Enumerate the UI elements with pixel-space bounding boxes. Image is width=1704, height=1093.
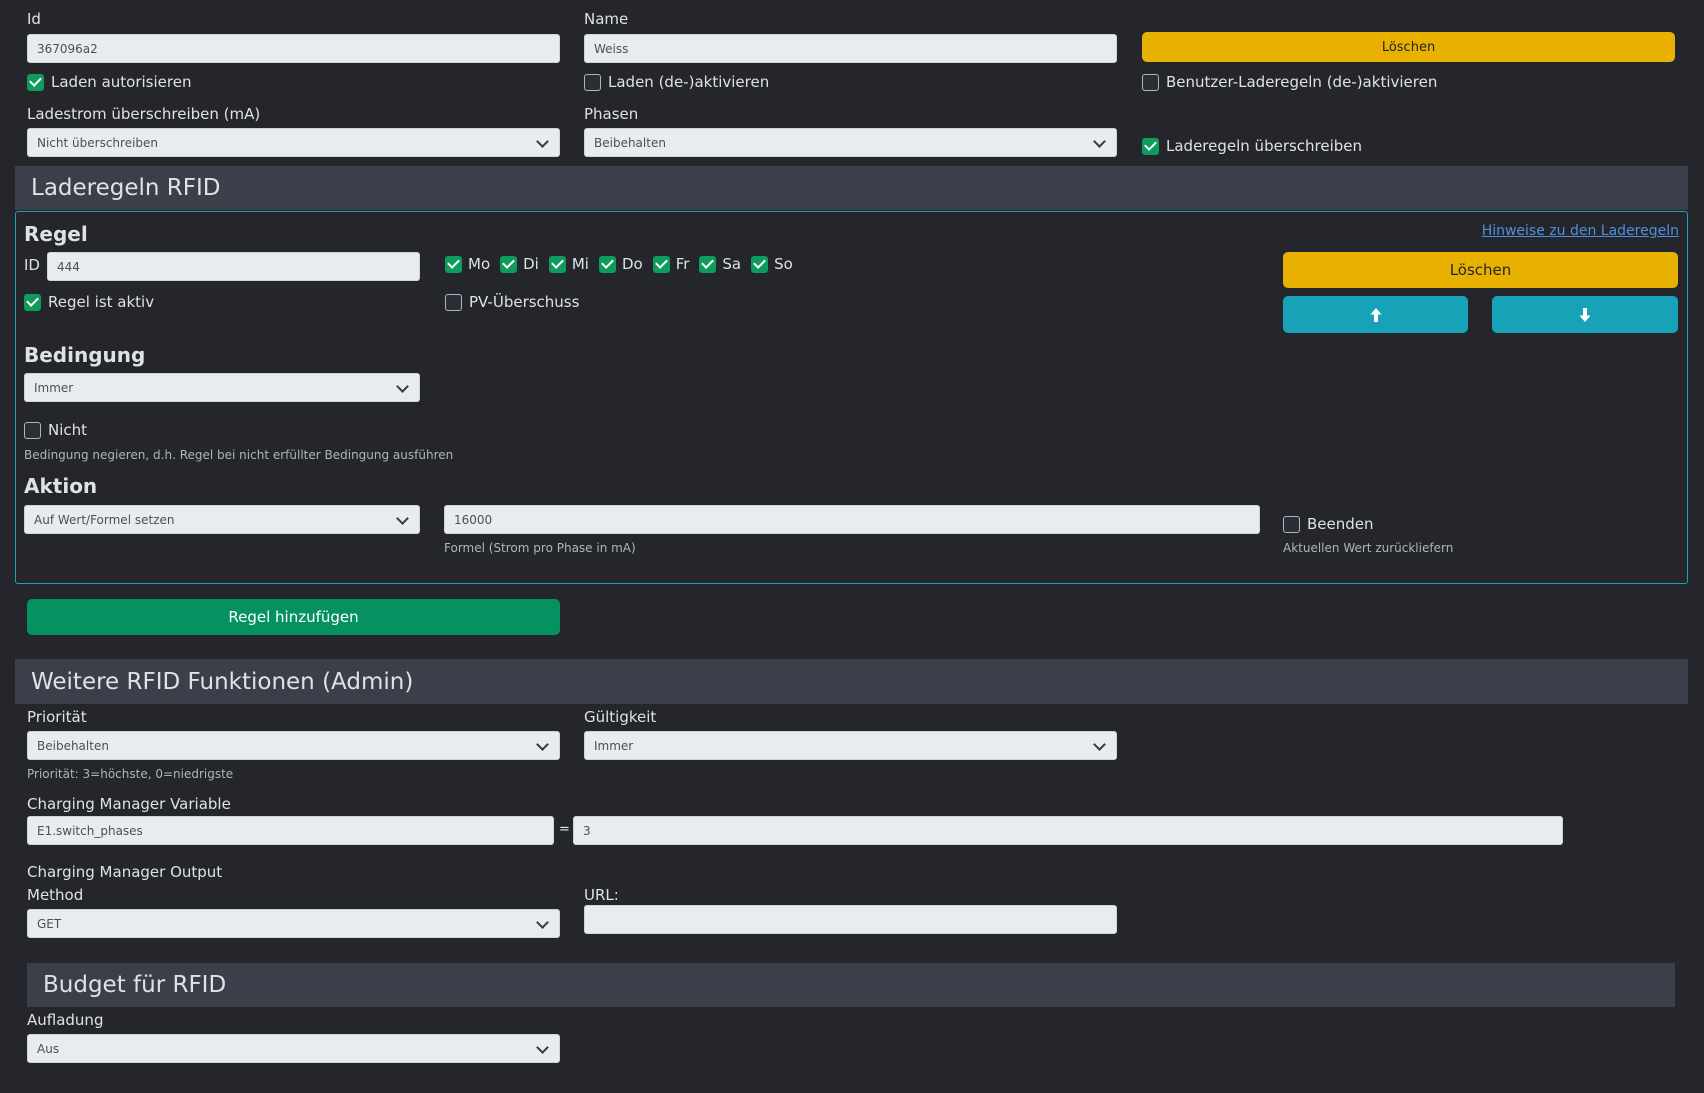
authorize-checkbox[interactable]: [27, 73, 44, 91]
user-rules-label: Benutzer-Laderegeln (de-)aktivieren: [1166, 73, 1438, 91]
enable-charging-checkbox[interactable]: [584, 73, 601, 91]
move-rule-up-button[interactable]: [1283, 296, 1468, 333]
validity-label: Gültigkeit: [584, 708, 657, 726]
weekday-mo[interactable]: Mo: [445, 255, 490, 273]
weekday-di[interactable]: Di: [500, 255, 539, 273]
authorize-checkbox-row[interactable]: Laden autorisieren: [27, 73, 191, 91]
action-heading: Aktion: [24, 474, 98, 498]
method-select[interactable]: GET: [27, 909, 560, 938]
cm-output-label: Charging Manager Output: [27, 863, 223, 881]
action-select[interactable]: Auf Wert/Formel setzen: [24, 505, 420, 534]
cm-variable-value-input[interactable]: 3: [573, 816, 1563, 845]
priority-hint: Priorität: 3=höchste, 0=niedrigste: [27, 767, 234, 781]
negate-hint: Bedingung negieren, d.h. Regel bei nicht…: [24, 448, 454, 462]
negate-checkbox[interactable]: [24, 421, 41, 439]
override-rules-label: Laderegeln überschreiben: [1166, 137, 1363, 155]
negate-checkbox-row[interactable]: Nicht: [24, 421, 87, 439]
name-label: Name: [584, 10, 629, 28]
move-rule-down-button[interactable]: [1492, 296, 1678, 333]
condition-heading: Bedingung: [24, 343, 146, 367]
enable-charging-label: Laden (de-)aktivieren: [608, 73, 770, 91]
add-rule-button[interactable]: Regel hinzufügen: [27, 599, 560, 635]
cm-variable-label: Charging Manager Variable: [27, 795, 231, 813]
rules-section-title: Laderegeln RFID: [31, 175, 221, 201]
rule-id-label: ID: [24, 256, 40, 274]
weekday-mi[interactable]: Mi: [548, 255, 589, 273]
weekday-sa-checkbox[interactable]: [699, 255, 717, 273]
weekday-sa[interactable]: Sa: [699, 255, 741, 273]
rule-heading: Regel: [24, 222, 88, 246]
charging-label: Aufladung: [27, 1011, 104, 1029]
user-rules-checkbox-row[interactable]: Benutzer-Laderegeln (de-)aktivieren: [1142, 73, 1437, 91]
override-rules-checkbox-row[interactable]: Laderegeln überschreiben: [1142, 137, 1362, 155]
enable-charging-checkbox-row[interactable]: Laden (de-)aktivieren: [584, 73, 769, 91]
weekday-do[interactable]: Do: [598, 255, 643, 273]
current-override-select[interactable]: Nicht überschreiben: [27, 128, 560, 157]
phases-label: Phasen: [584, 105, 639, 123]
url-label: URL:: [584, 886, 619, 904]
phases-select[interactable]: Beibehalten: [584, 128, 1117, 157]
end-hint: Aktuellen Wert zurückliefern: [1283, 541, 1454, 555]
rule-active-checkbox[interactable]: [24, 293, 41, 311]
user-rules-checkbox[interactable]: [1142, 73, 1159, 91]
cm-variable-name-input[interactable]: E1.switch_phases: [27, 816, 554, 845]
weekday-so-checkbox[interactable]: [751, 255, 769, 273]
priority-select[interactable]: Beibehalten: [27, 731, 560, 760]
delete-rule-button[interactable]: Löschen: [1283, 252, 1678, 288]
rules-section-header: Laderegeln RFID: [15, 166, 1688, 210]
weekday-do-label: Do: [621, 255, 643, 273]
formula-input[interactable]: 16000: [444, 505, 1260, 534]
name-input[interactable]: Weiss: [584, 34, 1117, 63]
validity-select[interactable]: Immer: [584, 731, 1117, 760]
rfid-settings-page: Id 367096a2 Name Weiss Löschen Laden aut…: [0, 0, 1704, 1093]
pv-surplus-label: PV-Überschuss: [469, 293, 580, 311]
end-checkbox-row[interactable]: Beenden: [1283, 515, 1374, 533]
weekday-di-label: Di: [523, 255, 539, 273]
weekday-do-checkbox[interactable]: [598, 255, 616, 273]
rule-active-checkbox-row[interactable]: Regel ist aktiv: [24, 293, 154, 311]
method-label: Method: [27, 886, 84, 904]
condition-select[interactable]: Immer: [24, 373, 420, 402]
weekday-so[interactable]: So: [751, 255, 793, 273]
pv-surplus-checkbox[interactable]: [445, 293, 462, 311]
budget-section-header: Budget für RFID: [27, 963, 1675, 1007]
budget-section-title: Budget für RFID: [43, 972, 227, 998]
formula-hint: Formel (Strom pro Phase in mA): [444, 541, 636, 555]
weekday-mi-label: Mi: [571, 255, 589, 273]
admin-section-title: Weitere RFID Funktionen (Admin): [31, 668, 414, 695]
weekday-fr[interactable]: Fr: [652, 255, 690, 273]
url-input[interactable]: [584, 905, 1117, 934]
pv-surplus-checkbox-row[interactable]: PV-Überschuss: [445, 293, 579, 311]
cm-variable-equals: =: [559, 822, 570, 837]
rules-hints-link[interactable]: Hinweise zu den Laderegeln: [1482, 223, 1679, 239]
rule-active-label: Regel ist aktiv: [48, 293, 155, 311]
end-checkbox[interactable]: [1283, 515, 1300, 533]
weekday-checkboxes: Mo Di Mi Do Fr Sa So: [445, 255, 793, 273]
id-label: Id: [27, 10, 41, 28]
weekday-so-label: So: [774, 255, 793, 273]
override-rules-checkbox[interactable]: [1142, 137, 1159, 155]
weekday-mi-checkbox[interactable]: [548, 255, 566, 273]
weekday-fr-label: Fr: [675, 255, 690, 273]
negate-label: Nicht: [48, 421, 88, 439]
weekday-mo-checkbox[interactable]: [445, 255, 462, 273]
end-label: Beenden: [1307, 515, 1374, 533]
weekday-sa-label: Sa: [722, 255, 742, 273]
current-override-label: Ladestrom überschreiben (mA): [27, 105, 261, 123]
delete-rfid-button[interactable]: Löschen: [1142, 32, 1675, 62]
id-input[interactable]: 367096a2: [27, 34, 560, 63]
rule-id-input[interactable]: 444: [47, 252, 420, 281]
arrow-up-icon: [1370, 307, 1381, 322]
admin-section-header: Weitere RFID Funktionen (Admin): [15, 659, 1688, 704]
arrow-down-icon: [1579, 307, 1591, 322]
authorize-label: Laden autorisieren: [51, 73, 192, 91]
charging-select[interactable]: Aus: [27, 1034, 560, 1063]
weekday-mo-label: Mo: [468, 255, 491, 273]
priority-label: Priorität: [27, 708, 87, 726]
weekday-di-checkbox[interactable]: [500, 255, 518, 273]
weekday-fr-checkbox[interactable]: [652, 255, 670, 273]
